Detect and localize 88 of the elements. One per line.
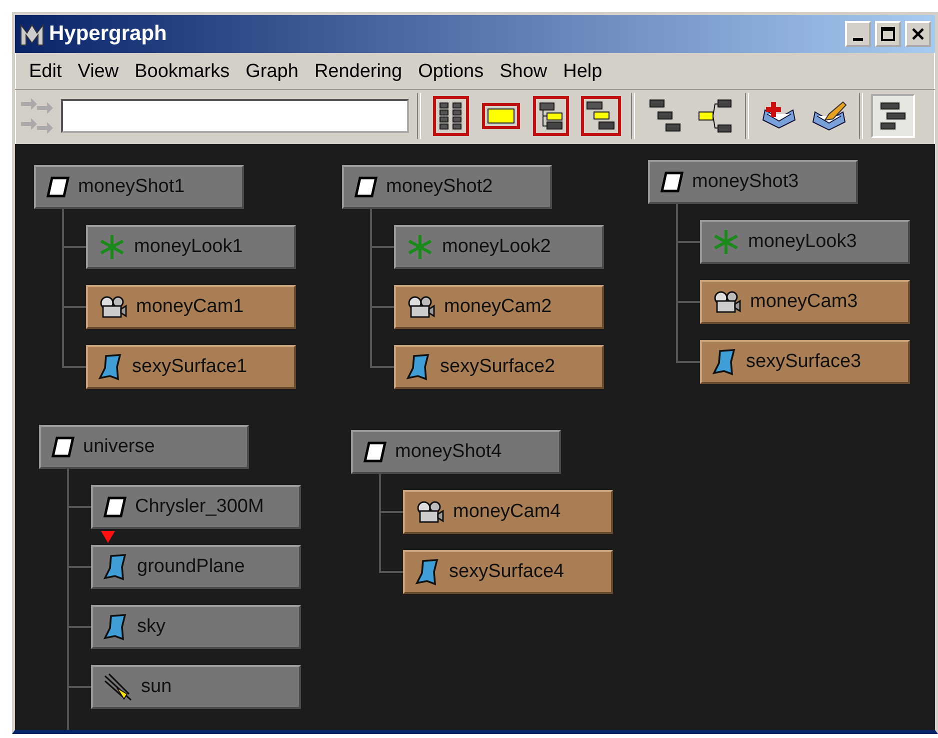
surface-icon <box>103 613 129 641</box>
surface-icon <box>712 348 738 376</box>
logo-icon <box>19 21 45 47</box>
toolbar-button[interactable] <box>871 94 915 138</box>
graph-node[interactable]: groundPlane <box>91 545 301 589</box>
node-label: sexySurface4 <box>449 561 564 583</box>
surface-icon <box>406 353 432 381</box>
menu-item[interactable]: Options <box>410 59 492 85</box>
input-output-icon <box>19 96 55 136</box>
graph-node[interactable]: moneyCam1 <box>86 285 296 329</box>
close-button[interactable] <box>905 21 931 47</box>
surface-icon <box>98 353 124 381</box>
parallelogram-icon <box>660 171 684 193</box>
maximize-icon <box>881 27 895 41</box>
graph-node[interactable]: sexySurface4 <box>403 550 613 594</box>
parallelogram-icon <box>103 496 127 518</box>
node-label: moneyShot2 <box>386 176 493 198</box>
graph-node[interactable]: moneyCam4 <box>403 490 613 534</box>
window-title: Hypergraph <box>49 22 168 46</box>
node-label: moneyCam2 <box>444 296 552 318</box>
node-label: moneyLook1 <box>134 236 243 258</box>
menu-item[interactable]: View <box>70 59 127 85</box>
graph-node[interactable]: sexySurface2 <box>394 345 604 389</box>
align-icon <box>879 101 907 131</box>
node-label: moneyCam4 <box>453 501 561 523</box>
asterisk-icon <box>712 228 740 256</box>
light-icon <box>103 672 133 702</box>
node-label: moneyCam3 <box>750 291 858 313</box>
node-label: sexySurface1 <box>132 356 248 378</box>
node-label: moneyShot4 <box>395 441 502 463</box>
graph-node[interactable]: moneyLook2 <box>394 225 604 269</box>
surface-icon <box>415 558 441 586</box>
search-field[interactable] <box>61 99 409 133</box>
node-label: moneyShot1 <box>78 176 185 198</box>
graph-node[interactable]: moneyShot3 <box>648 160 858 204</box>
node-label: sun <box>141 676 172 698</box>
node-label: sexySurface2 <box>440 356 556 378</box>
close-icon <box>911 27 925 41</box>
grid-tree-icon <box>438 101 464 131</box>
node-label: universe <box>83 436 155 458</box>
node-label: moneyCam1 <box>136 296 244 318</box>
minimize-button[interactable] <box>845 21 871 47</box>
node-label: sexySurface3 <box>746 351 862 373</box>
graph-node[interactable]: Chrysler_300M <box>91 485 301 529</box>
graph-node[interactable]: moneyLook3 <box>700 220 910 264</box>
graph-node[interactable]: moneyLook1 <box>86 225 296 269</box>
hierarchy-icon <box>538 101 564 131</box>
node-label: moneyLook3 <box>748 231 857 253</box>
pencil-icon <box>811 100 847 132</box>
menu-item[interactable]: Rendering <box>306 59 410 85</box>
parallelogram-icon <box>363 441 387 463</box>
node-label: moneyShot3 <box>692 171 799 193</box>
camera-icon <box>712 289 742 315</box>
node-label: moneyLook2 <box>442 236 551 258</box>
node-label: sky <box>137 616 166 638</box>
camera-icon <box>98 294 128 320</box>
node-icon <box>487 108 515 124</box>
graph-node[interactable]: sky <box>91 605 301 649</box>
graph-node[interactable]: sun <box>91 665 301 709</box>
parallelogram-icon <box>46 176 70 198</box>
menu-item[interactable]: Edit <box>21 59 70 85</box>
graph-node[interactable]: moneyCam2 <box>394 285 604 329</box>
menu-item[interactable]: Help <box>555 59 610 85</box>
menu-item[interactable]: Bookmarks <box>126 59 238 85</box>
asterisk-icon <box>406 233 434 261</box>
graph-node[interactable]: sexySurface1 <box>86 345 296 389</box>
graph-node[interactable]: moneyShot4 <box>351 430 561 474</box>
menu-item[interactable]: Graph <box>238 59 306 85</box>
graph-node[interactable]: moneyCam3 <box>700 280 910 324</box>
node-label: Chrysler_300M <box>135 496 264 518</box>
asterisk-icon <box>98 233 126 261</box>
graph-node[interactable]: sexySurface3 <box>700 340 910 384</box>
minimize-icon <box>853 38 863 40</box>
maximize-button[interactable] <box>875 21 901 47</box>
surface-icon <box>103 553 129 581</box>
menu-item[interactable]: Show <box>492 59 556 85</box>
hierarchy-icon <box>586 101 616 131</box>
camera-icon <box>415 499 445 525</box>
hierarchy-icon <box>649 99 681 133</box>
graph-node[interactable]: moneyShot2 <box>342 165 552 209</box>
node-label: groundPlane <box>137 556 245 578</box>
graph-node[interactable]: moneyShot1 <box>34 165 244 209</box>
camera-icon <box>406 294 436 320</box>
parallelogram-icon <box>51 436 75 458</box>
graph-node[interactable]: universe <box>39 425 249 469</box>
parallelogram-icon <box>354 176 378 198</box>
branch-icon <box>698 99 732 133</box>
toolbar-button[interactable] <box>579 94 623 138</box>
